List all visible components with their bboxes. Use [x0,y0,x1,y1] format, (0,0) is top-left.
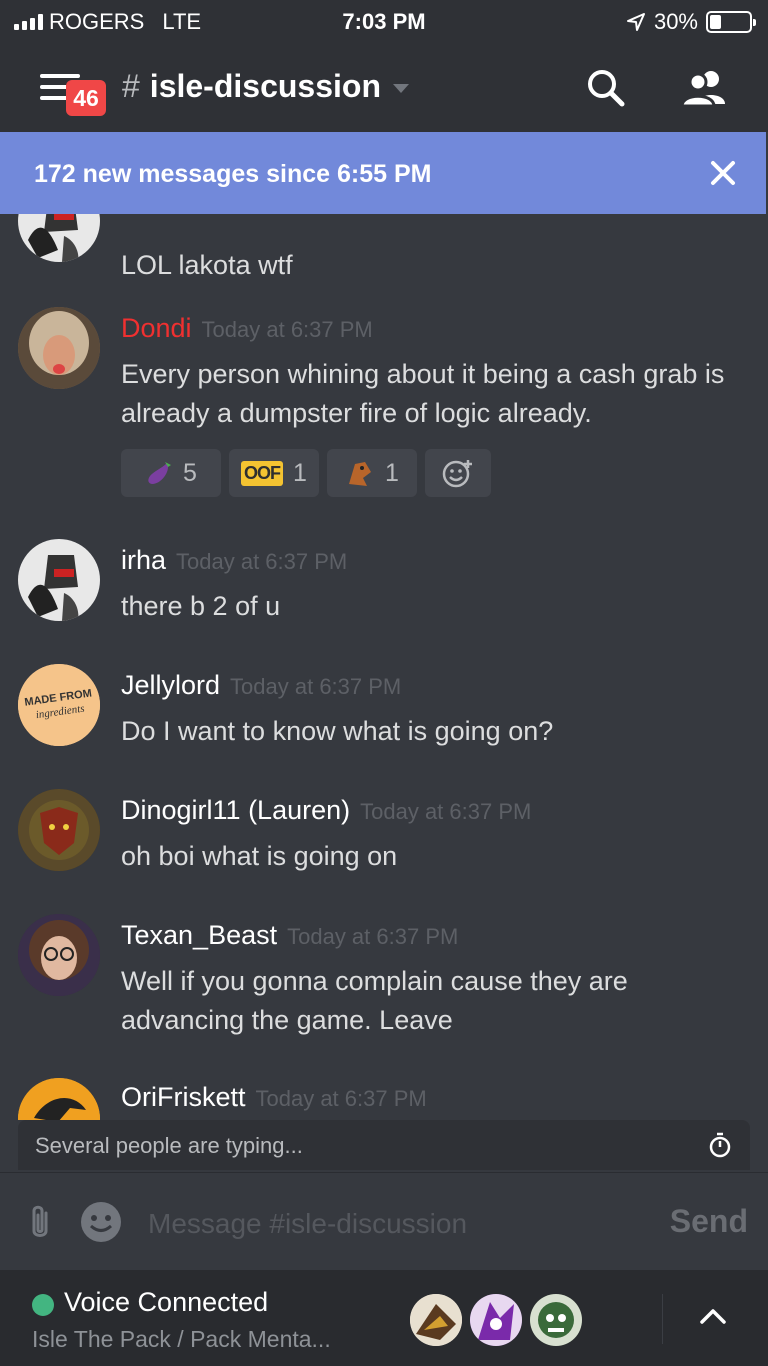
new-messages-banner[interactable]: 172 new messages since 6:55 PM [0,132,766,214]
send-button[interactable]: Send [670,1203,748,1240]
battery-icon [706,11,756,33]
channel-header: 46 # isle-discussion [0,44,768,132]
participant-avatar[interactable] [530,1294,582,1346]
chevron-down-icon [392,84,409,93]
message-header: irha Today at 6:37 PM [121,545,347,576]
channel-name: isle-discussion [149,68,381,104]
status-bar: ROGERS LTE 7:03 PM 30% [0,0,768,44]
message-header: Dinogirl11 (Lauren) Today at 6:37 PM [121,795,531,826]
eggplant-icon [148,462,172,484]
message-text: oh boi what is going on [121,841,398,871]
author-name[interactable]: Dondi [121,313,192,344]
timestamp: Today at 6:37 PM [230,674,402,699]
robot-avatar[interactable] [18,539,100,621]
voice-status-dot [32,1294,54,1316]
channel-title[interactable]: # isle-discussion [122,68,409,105]
reaction-count: 5 [183,458,197,487]
close-icon[interactable] [706,156,740,190]
author-name[interactable]: Dinogirl11 (Lauren) [121,795,350,826]
location-arrow-icon [626,13,645,31]
message-list[interactable]: LOL lakota wtf Dondi Today at 6:37 PM Ev… [0,214,768,1120]
girl-glasses-avatar[interactable] [18,914,100,996]
voice-connected-bar[interactable]: Voice Connected Isle The Pack / Pack Men… [0,1270,768,1366]
timestamp: Today at 6:37 PM [255,1086,427,1111]
hash-icon: # [122,68,140,104]
reaction-oof[interactable]: OOF 1 [229,449,319,497]
made-from-ingredients-avatar[interactable]: MADE FROM ingredients [18,664,100,746]
battery-percent: 30% [653,9,698,34]
stopwatch-icon [709,1132,731,1158]
reaction-eggplant[interactable]: 5 [121,449,221,497]
reaction-count: 1 [293,458,307,487]
voice-participants [410,1294,582,1346]
typing-text: Several people are typing... [35,1133,303,1158]
reactions: 5 OOF 1 1 [121,449,491,497]
dino-emote-icon [349,462,372,486]
search-icon[interactable] [584,66,628,110]
emoji-icon[interactable] [80,1201,122,1243]
message-header: OriFriskett Today at 6:37 PM [121,1082,427,1113]
author-name[interactable]: Jellylord [121,670,220,701]
participant-avatar[interactable] [410,1294,462,1346]
new-messages-text: 172 new messages since 6:55 PM [34,160,432,188]
message-text: LOL lakota wtf [121,250,293,280]
reaction-dino[interactable]: 1 [327,449,417,497]
orange-dragon-avatar[interactable] [18,1078,100,1120]
wrestler-avatar[interactable] [18,307,100,389]
timestamp: Today at 6:37 PM [360,799,532,824]
typing-indicator: Several people are typing... [18,1120,750,1170]
voice-status: Voice Connected [64,1287,269,1317]
dino-emblem-avatar[interactable] [18,789,100,871]
timestamp: Today at 6:37 PM [176,549,348,574]
author-name[interactable]: irha [121,545,166,576]
message-composer: Send [0,1172,768,1270]
members-icon[interactable] [680,66,730,110]
robot-avatar[interactable] [18,214,100,262]
message-text: Do I want to know what is going on? [121,716,554,746]
message-text: there b 2 of u [121,591,281,621]
reaction-count: 1 [385,458,399,487]
author-name[interactable]: OriFriskett [121,1082,246,1113]
timestamp: Today at 6:37 PM [287,924,459,949]
unread-badge: 46 [66,80,106,116]
paperclip-icon[interactable] [24,1203,56,1243]
divider [662,1294,663,1344]
message-text: Every person whining about it being a ca… [121,359,725,428]
add-reaction-icon [442,460,472,488]
author-name[interactable]: Texan_Beast [121,920,277,951]
add-reaction-button[interactable] [425,449,491,497]
message-text: Well if you gonna complain cause they ar… [121,966,628,1035]
message-header: Jellylord Today at 6:37 PM [121,670,401,701]
oof-emote: OOF [241,460,284,486]
message-header: Texan_Beast Today at 6:37 PM [121,920,458,951]
message-header: Dondi Today at 6:37 PM [121,313,373,344]
participant-avatar[interactable] [470,1294,522,1346]
timestamp: Today at 6:37 PM [201,317,373,342]
status-right: 30% [626,9,756,35]
voice-channel: Isle The Pack / Pack Menta... [32,1326,331,1352]
message-input[interactable] [148,1203,628,1245]
chevron-up-icon[interactable] [698,1306,728,1326]
